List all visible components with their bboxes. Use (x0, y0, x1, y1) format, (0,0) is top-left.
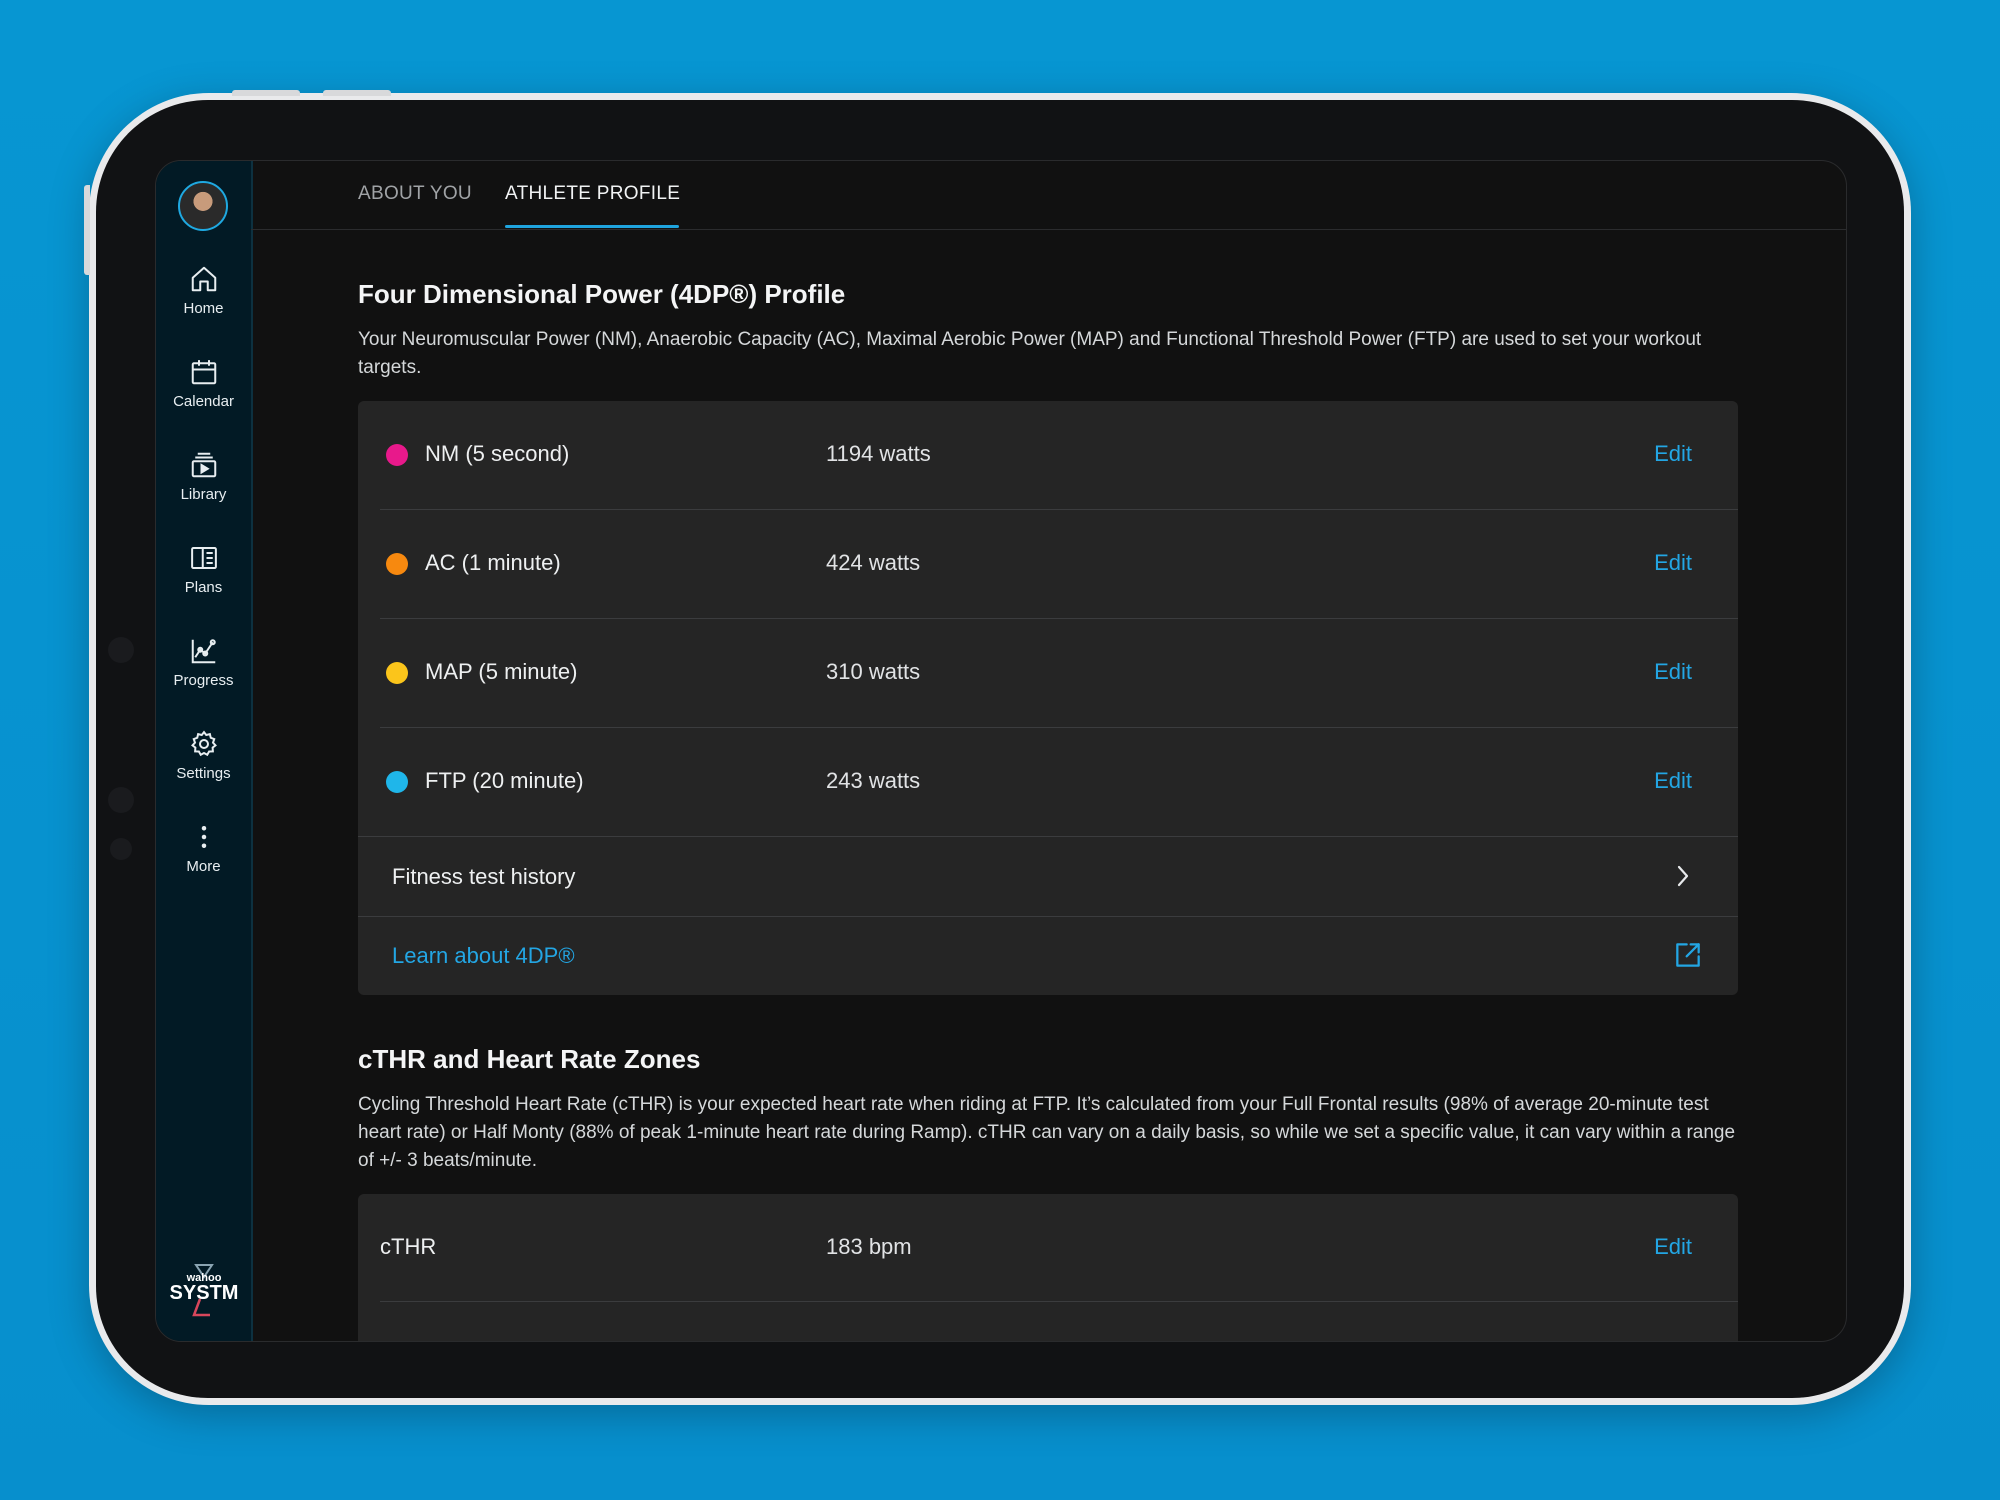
power-row-label: FTP (20 minute) (425, 768, 584, 793)
sidebar-item-home[interactable]: Home (156, 264, 251, 317)
avatar[interactable] (178, 181, 228, 231)
main-content: ABOUT YOU ATHLETE PROFILE Four Dimension… (251, 161, 1846, 1341)
sidebar-item-library[interactable]: Library (156, 450, 251, 503)
tablet-sensor (110, 838, 132, 860)
power-row-value: 424 watts (826, 550, 921, 575)
map-color-dot (386, 662, 408, 684)
hr-row-value: 183 bpm (826, 1234, 912, 1259)
hr-row-cthr: cTHR 183 bpm Edit (358, 1194, 1738, 1302)
hr-section-title: cTHR and Heart Rate Zones (358, 1044, 701, 1074)
power-row-label: MAP (5 minute) (425, 659, 578, 684)
plans-icon (190, 547, 217, 569)
edit-cthr-button[interactable]: Edit (1654, 1234, 1692, 1260)
ftp-color-dot (386, 771, 408, 793)
edit-ftp-button[interactable]: Edit (1654, 768, 1692, 794)
sidebar-item-label: Progress (173, 672, 234, 689)
hr-row-label: cTHR (380, 1234, 437, 1259)
power-profile-card: NM (5 second) 1194 watts Edit AC (1 minu… (358, 401, 1738, 995)
library-icon (191, 452, 216, 478)
sidebar-item-settings[interactable]: Settings (156, 729, 251, 782)
app-screen: Home Calendar Library Plans Progress Set… (155, 160, 1847, 1342)
sidebar-item-label: Settings (176, 765, 231, 782)
edit-ac-button[interactable]: Edit (1654, 550, 1692, 576)
power-row-ac: AC (1 minute) 424 watts Edit (358, 510, 1738, 618)
nm-color-dot (386, 444, 408, 466)
brand-wordmark: SYSTM (170, 1282, 239, 1304)
power-row-value: 310 watts (826, 659, 921, 684)
sidebar-item-plans[interactable]: Plans (156, 543, 251, 596)
row-divider (380, 1301, 1738, 1302)
sidebar-item-label: Calendar (173, 393, 234, 410)
tab-bar: ABOUT YOU ATHLETE PROFILE (251, 161, 1846, 230)
active-tab-indicator (505, 225, 679, 228)
sidebar-item-progress[interactable]: Progress (156, 636, 251, 689)
tablet-top-button (232, 90, 300, 96)
power-section-title: Four Dimensional Power (4DP®) Profile (358, 279, 846, 309)
more-vertical-icon (201, 826, 206, 848)
power-row-label: AC (1 minute) (425, 550, 561, 575)
sidebar-item-more[interactable]: More (156, 822, 251, 875)
learn-4dp-row: Learn about 4DP® (358, 917, 1738, 995)
sidebar-item-label: Plans (184, 579, 223, 596)
power-row-map: MAP (5 minute) 310 watts Edit (358, 619, 1738, 727)
power-row-value: 243 watts (826, 768, 921, 793)
edit-nm-button[interactable]: Edit (1654, 441, 1692, 467)
tablet-sensor (108, 637, 134, 663)
sidebar-item-calendar[interactable]: Calendar (156, 357, 251, 410)
power-row-nm: NM (5 second) 1194 watts Edit (358, 401, 1738, 509)
external-link-icon[interactable] (1672, 939, 1704, 971)
power-section-description: Your Neuromuscular Power (NM), Anaerobic… (358, 329, 1702, 378)
power-row-ftp: FTP (20 minute) 243 watts Edit (358, 728, 1738, 836)
tab-athlete-profile[interactable]: ATHLETE PROFILE (505, 183, 680, 205)
chevron-right-icon (1677, 865, 1689, 887)
power-row-label: NM (5 second) (425, 441, 570, 466)
hr-card: cTHR 183 bpm Edit (358, 1194, 1738, 1341)
fitness-test-history-row[interactable]: Fitness test history (358, 837, 1738, 916)
brand-logo: wahoo SYSTM (164, 1261, 244, 1317)
tablet-top-button (323, 90, 391, 96)
edit-map-button[interactable]: Edit (1654, 659, 1692, 685)
fitness-test-history-label: Fitness test history (392, 864, 576, 889)
tab-about-you[interactable]: ABOUT YOU (358, 183, 472, 205)
hr-section-description: Cycling Threshold Heart Rate (cTHR) is y… (358, 1094, 1736, 1171)
tablet-side-button (84, 185, 90, 275)
sidebar-item-label: Library (180, 486, 227, 503)
tablet-sensor (108, 787, 134, 813)
power-row-value: 1194 watts (826, 441, 931, 466)
progress-icon (191, 639, 216, 664)
ac-color-dot (386, 553, 408, 575)
sidebar: Home Calendar Library Plans Progress Set… (156, 161, 253, 1341)
calendar-icon (191, 360, 216, 385)
gear-icon (190, 730, 217, 757)
home-icon (191, 266, 216, 292)
sidebar-item-label: Home (183, 300, 224, 317)
sidebar-item-label: More (186, 858, 221, 875)
learn-4dp-link[interactable]: Learn about 4DP® (392, 943, 575, 969)
